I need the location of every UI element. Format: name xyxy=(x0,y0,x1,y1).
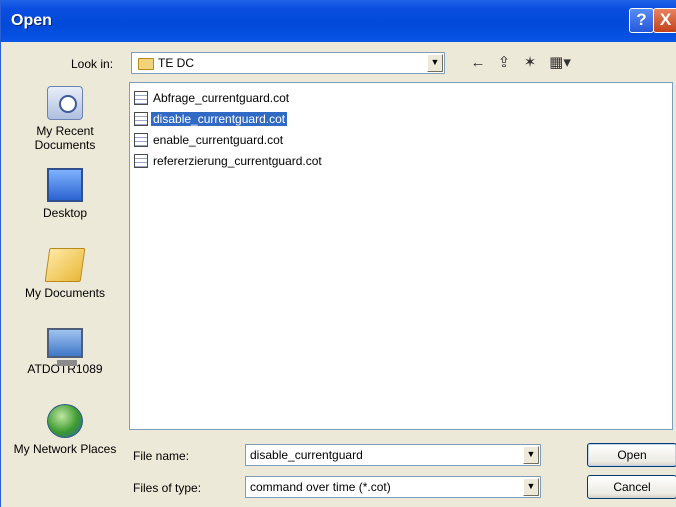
up-folder-icon[interactable]: ⇪ xyxy=(493,52,515,74)
file-name-field[interactable]: disable_currentguard ▼ xyxy=(245,444,541,466)
place-my-recent-documents[interactable]: My Recent Documents xyxy=(11,86,119,152)
back-arrow-icon[interactable]: ← xyxy=(467,52,489,74)
chevron-down-icon[interactable]: ▼ xyxy=(427,54,443,72)
file-name: refererzierung_currentguard.cot xyxy=(153,154,322,168)
look-in-dropdown[interactable]: TE DC ▼ xyxy=(131,52,445,74)
look-in-label: Look in: xyxy=(71,57,114,71)
help-button[interactable]: ? xyxy=(629,8,654,33)
network-places-icon xyxy=(47,404,83,438)
chevron-down-icon[interactable]: ▼ xyxy=(523,478,539,496)
cot-file-icon xyxy=(134,133,148,147)
title-bar[interactable]: Open ? X xyxy=(1,0,676,42)
place-label: Desktop xyxy=(42,206,88,220)
list-item[interactable]: refererzierung_currentguard.cot xyxy=(134,152,324,170)
place-label: My Network Places xyxy=(13,442,117,456)
list-item[interactable]: disable_currentguard.cot xyxy=(134,110,288,128)
folder-icon xyxy=(138,58,154,70)
new-folder-icon[interactable]: ✶ xyxy=(519,52,541,74)
place-label: My Documents xyxy=(24,286,106,300)
places-bar: My Recent Documents Desktop My Documents… xyxy=(11,82,119,480)
cot-file-icon xyxy=(134,91,148,105)
place-my-computer[interactable]: ATDOTR1089 xyxy=(11,328,119,376)
list-item[interactable]: Abfrage_currentguard.cot xyxy=(134,89,291,107)
place-my-documents[interactable]: My Documents xyxy=(11,248,119,300)
desktop-icon xyxy=(47,168,83,202)
file-type-value: command over time (*.cot) xyxy=(250,480,391,494)
file-name: enable_currentguard.cot xyxy=(153,133,284,147)
cot-file-icon xyxy=(134,112,148,126)
file-name: Abfrage_currentguard.cot xyxy=(153,91,290,105)
my-computer-icon xyxy=(47,328,83,366)
window-title: Open xyxy=(11,12,52,29)
file-type-select[interactable]: command over time (*.cot) ▼ xyxy=(245,476,541,498)
file-name-value: disable_currentguard xyxy=(250,448,363,462)
file-type-label: Files of type: xyxy=(133,481,202,495)
chevron-down-icon[interactable]: ▼ xyxy=(523,446,539,464)
views-menu-icon[interactable]: ▦▾ xyxy=(545,52,575,74)
place-my-network-places[interactable]: My Network Places xyxy=(11,404,119,456)
cot-file-icon xyxy=(134,154,148,168)
place-desktop[interactable]: Desktop xyxy=(11,168,119,220)
open-dialog: Open ? X Look in: TE DC ▼ ← ⇪ ✶ ▦▾ My Re… xyxy=(0,0,676,507)
open-button[interactable]: Open xyxy=(587,443,676,467)
close-button[interactable]: X xyxy=(653,8,676,33)
file-name: disable_currentguard.cot xyxy=(151,112,288,126)
file-list[interactable]: Abfrage_currentguard.cot disable_current… xyxy=(129,82,673,430)
file-name-label: File name: xyxy=(133,449,190,463)
list-item[interactable]: enable_currentguard.cot xyxy=(134,131,285,149)
place-label: My Recent Documents xyxy=(34,124,96,152)
my-documents-icon xyxy=(44,248,86,282)
recent-documents-icon xyxy=(47,86,83,120)
cancel-button[interactable]: Cancel xyxy=(587,475,676,499)
look-in-value: TE DC xyxy=(158,56,194,70)
